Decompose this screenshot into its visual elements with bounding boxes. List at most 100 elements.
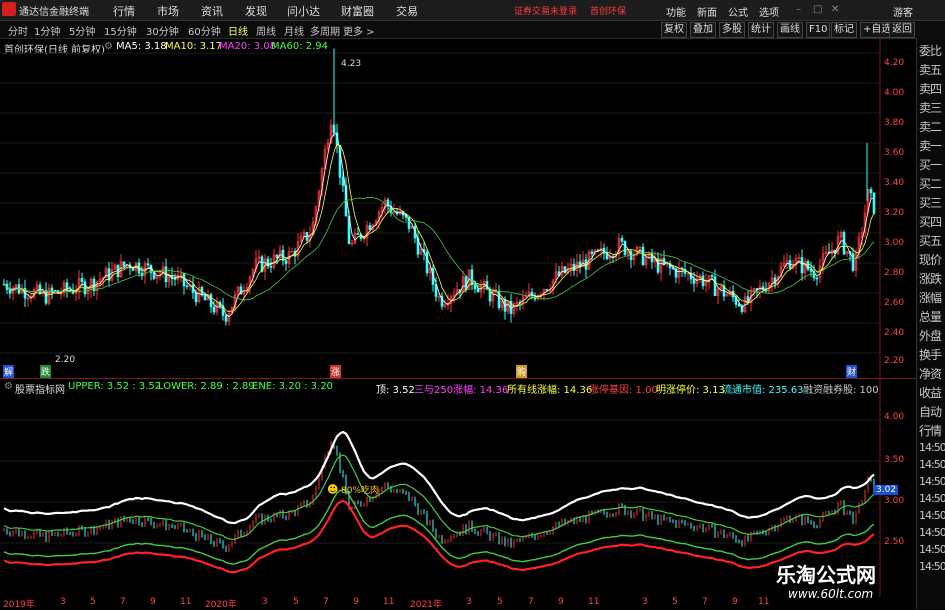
date-tick: 5 (293, 597, 299, 607)
side-label-quotes[interactable]: 行情 (919, 422, 942, 439)
current-value-badge: 3.02 (874, 485, 899, 495)
side-label-buy5[interactable]: 买五 (919, 232, 942, 249)
multi-stock-button[interactable]: 多股 (719, 22, 745, 38)
side-label-volume[interactable]: 总量 (919, 308, 942, 325)
price-tick: 4.00 (884, 88, 905, 98)
menu-item-wealth[interactable]: 财富圈 (341, 3, 374, 19)
side-label-sell3[interactable]: 卖三 (919, 99, 942, 116)
side-label-outer[interactable]: 外盘 (919, 327, 942, 344)
candle-body (425, 251, 429, 274)
period-tick[interactable]: 分时 (8, 23, 28, 38)
menu-new-page[interactable]: 新面 (697, 4, 717, 19)
period-monthly[interactable]: 月线 (284, 23, 304, 38)
candle-body (464, 276, 468, 290)
price-tick: 3.00 (884, 238, 905, 248)
candle-body (146, 263, 150, 266)
side-label-turnover[interactable]: 换手 (919, 346, 942, 363)
tick-time: 14:50 (919, 543, 945, 556)
period-more[interactable]: 更多 > (343, 23, 375, 38)
date-tick: 2021年 (410, 600, 442, 610)
event-marker[interactable]: 跌 (40, 365, 52, 378)
menu-formula[interactable]: 公式 (728, 4, 748, 19)
mark-button[interactable]: 标记 (831, 22, 857, 38)
period-toolbar: 分时 1分钟 5分钟 15分钟 30分钟 60分钟 日线 周线 月线 多周期 更… (0, 21, 945, 39)
indicator-tick: 2.50 (884, 537, 905, 547)
indicator-tick: 4.00 (884, 412, 905, 422)
candle-body (620, 237, 624, 242)
side-label-change[interactable]: 涨跌 (919, 270, 942, 287)
back-button[interactable]: 返回 (889, 22, 915, 38)
draw-button[interactable]: 画线 (777, 22, 803, 38)
candle-body (623, 241, 627, 255)
app-logo-icon (2, 2, 16, 16)
period-daily[interactable]: 日线 (228, 23, 248, 38)
side-label-weibi[interactable]: 委比 (919, 42, 942, 59)
annotation-label: 80%吃肉 (341, 486, 380, 496)
date-tick: 3 (466, 597, 472, 607)
overlay-button[interactable]: 叠加 (690, 22, 716, 38)
period-30min[interactable]: 30分钟 (146, 23, 179, 38)
period-5min[interactable]: 5分钟 (69, 23, 95, 38)
login-warning[interactable]: 证券交易未登录 (514, 4, 577, 17)
candle-body (590, 251, 594, 255)
side-label-price[interactable]: 现价 (919, 251, 942, 268)
side-label-sell4[interactable]: 卖四 (919, 80, 942, 97)
candle-body (332, 124, 336, 134)
side-label-auto[interactable]: 自动 (919, 403, 942, 420)
minimize-icon[interactable]: – (796, 4, 801, 15)
side-label-buy4[interactable]: 买四 (919, 213, 942, 230)
period-15min[interactable]: 15分钟 (104, 23, 137, 38)
side-label-buy3[interactable]: 买三 (919, 194, 942, 211)
menu-item-trade[interactable]: 交易 (396, 3, 418, 19)
period-60min[interactable]: 60分钟 (188, 23, 221, 38)
period-1min[interactable]: 1分钟 (34, 23, 60, 38)
date-tick: 5 (497, 597, 503, 607)
period-multi[interactable]: 多周期 (310, 23, 340, 38)
close-icon[interactable]: ✕ (831, 4, 839, 15)
guest-user[interactable]: 游客 (893, 4, 913, 19)
candle-body (212, 306, 216, 313)
tick-time: 14:50 (919, 526, 945, 539)
f10-button[interactable]: F10 (806, 22, 831, 38)
candle-body (275, 254, 279, 259)
candle-body (185, 285, 189, 288)
event-marker[interactable]: 解 (3, 365, 15, 378)
candle-body (341, 177, 345, 186)
date-tick: 7 (528, 597, 534, 607)
side-label-sell5[interactable]: 卖五 (919, 61, 942, 78)
side-label-buy2[interactable]: 买二 (919, 175, 942, 192)
adjust-button[interactable]: 复权 (661, 22, 687, 38)
restore-icon[interactable]: □ (813, 4, 822, 15)
side-label-earnings[interactable]: 收益 (919, 384, 942, 401)
event-marker[interactable]: 财 (846, 365, 858, 378)
tick-time: 14:50 (919, 441, 945, 454)
side-label-net-asset[interactable]: 净资 (919, 365, 942, 382)
date-tick: 7 (702, 597, 708, 607)
price-chart-panel[interactable]: 首创环保(日线 前复权) ⚙ MA5: 3.18 MA10: 3.17 MA20… (0, 38, 916, 378)
side-label-change-pct[interactable]: 涨幅 (919, 289, 942, 306)
upper-band-line (3, 430, 875, 525)
tick-time: 14:50 (919, 509, 945, 522)
menu-item-news[interactable]: 资讯 (201, 3, 223, 19)
side-label-buy1[interactable]: 买一 (919, 156, 942, 173)
smiley-icon: ☻ (327, 483, 339, 496)
candle-body (737, 304, 741, 307)
menu-item-ask[interactable]: 问小达 (287, 3, 320, 19)
side-label-sell2[interactable]: 卖二 (919, 118, 942, 135)
candle-body (713, 276, 717, 297)
date-tick: 9 (150, 597, 156, 607)
menu-item-discover[interactable]: 发现 (245, 3, 267, 19)
menu-item-quotes[interactable]: 行情 (113, 3, 135, 19)
menu-function[interactable]: 功能 (666, 4, 686, 19)
candle-body (203, 294, 207, 301)
period-weekly[interactable]: 周线 (256, 23, 276, 38)
stats-button[interactable]: 统计 (748, 22, 774, 38)
menu-options[interactable]: 选项 (759, 4, 779, 19)
date-tick: 11 (588, 597, 600, 607)
menu-item-market[interactable]: 市场 (157, 3, 179, 19)
event-marker[interactable]: 涨 (330, 365, 342, 378)
ma5-line (3, 133, 874, 318)
event-marker[interactable]: 购 (516, 365, 528, 378)
price-tick: 3.80 (884, 118, 905, 128)
side-label-sell1[interactable]: 卖一 (919, 137, 942, 154)
